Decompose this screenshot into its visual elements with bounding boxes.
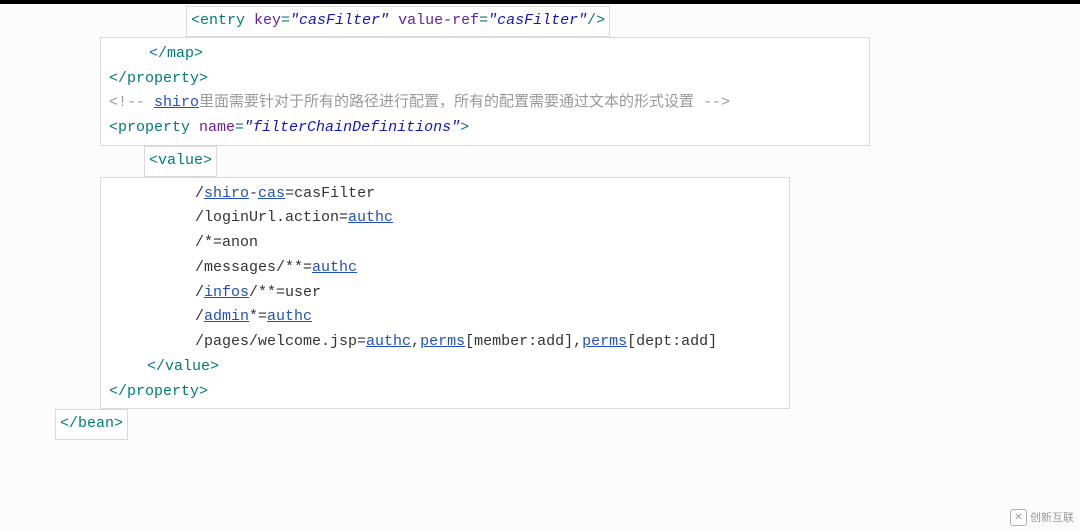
value-open-tag: <value>: [144, 146, 217, 177]
value-close-tag: </value>: [147, 358, 219, 375]
comment-link: shiro: [154, 94, 199, 111]
map-close-tag: </map>: [149, 45, 203, 62]
comment-text: 里面需要针对于所有的路径进行配置，所有的配置需要通过文本的形式设置 -->: [199, 94, 730, 111]
property-close-tag-2: </property>: [109, 383, 208, 400]
comment-open: <!--: [109, 94, 154, 111]
filter-chain-block: /shiro-cas=casFilter /loginUrl.action=au…: [100, 177, 790, 410]
watermark-text: 创新互联: [1030, 509, 1074, 527]
watermark-icon: ✕: [1010, 509, 1027, 526]
watermark: ✕ 创新互联: [1010, 509, 1074, 527]
bean-close-tag: </bean>: [55, 409, 128, 440]
code-line-entry: <entry key="casFilter" value-ref="casFil…: [186, 6, 610, 37]
code-block-1: </map> </property> <!-- shiro里面需要针对于所有的路…: [100, 37, 870, 146]
property-close-tag: </property>: [109, 70, 208, 87]
